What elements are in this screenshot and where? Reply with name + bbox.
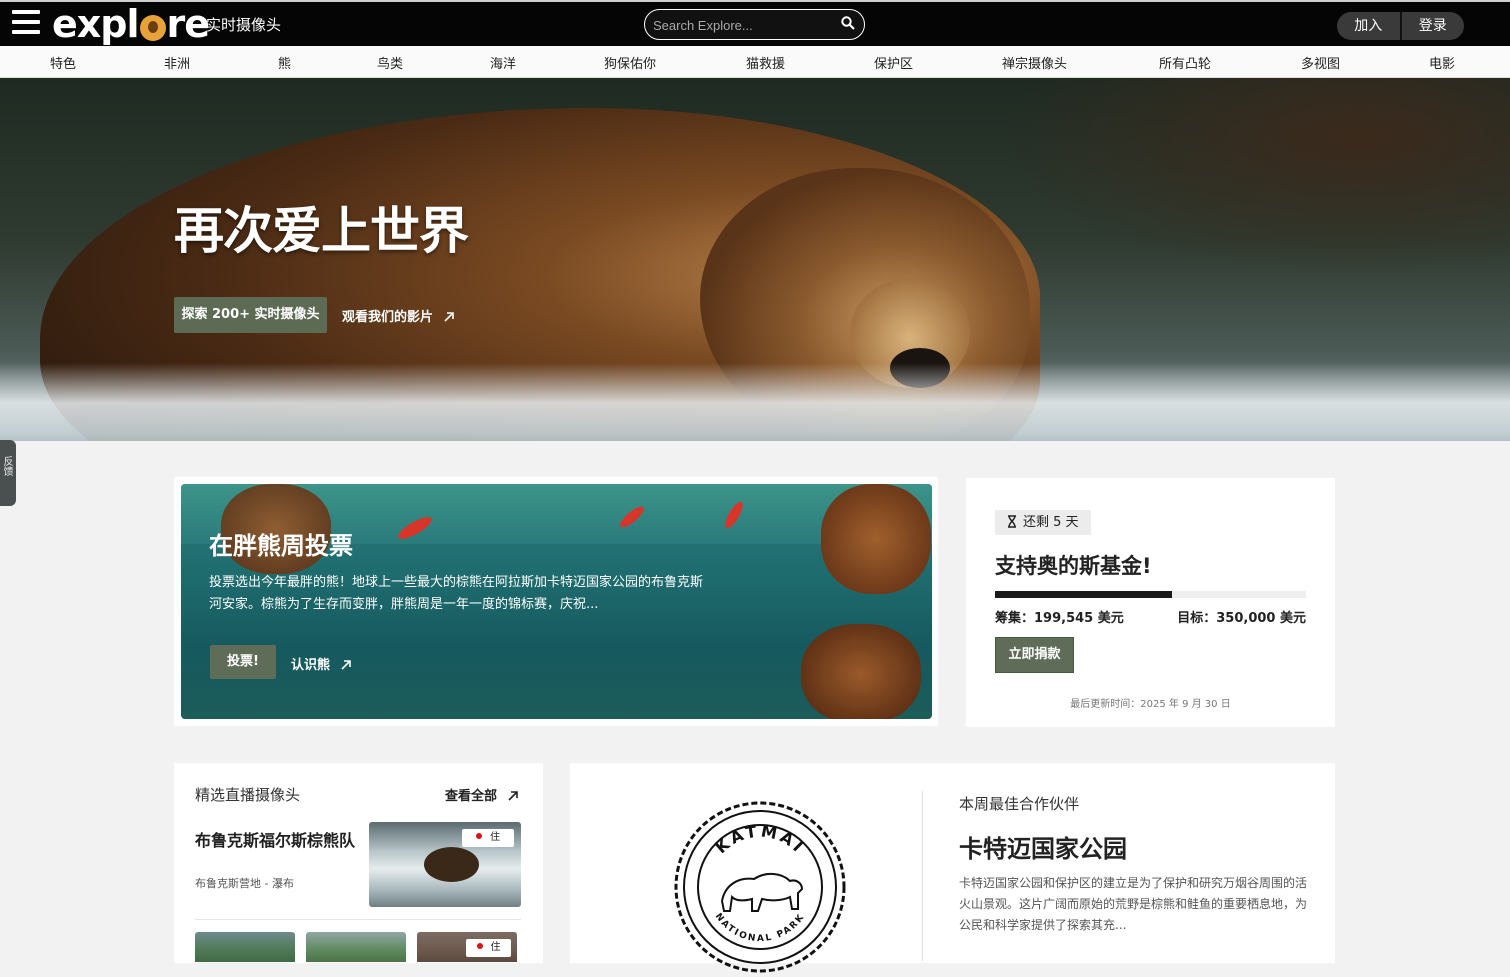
fund-title: 支持奥的斯基金! [995,554,1152,578]
arrow-up-right-icon [341,660,351,670]
hero-title: 再次爱上世界 [174,202,469,260]
search-input[interactable] [653,16,838,34]
partner-card: KATMAI NATIONAL PARK 本周最佳合作伙伴 卡特迈国家公园 卡特… [570,763,1335,973]
cam-thumbnail-small[interactable] [306,932,406,962]
seal-top-text: KATMAI [712,821,806,857]
cam-thumbnail[interactable]: 住 [369,822,521,907]
vote-description: 投票选出今年最胖的熊！地球上一些最大的棕熊在阿拉斯加卡特迈国家公园的布鲁克斯河安… [209,575,704,612]
cams-divider [195,919,521,920]
featured-cams-card: 精选直播摄像头 查看全部 布鲁克斯福尔斯棕熊队 布鲁克斯营地 - 瀑布 住 住 [174,763,543,963]
live-badge-label: 住 [490,942,501,953]
arrow-up-right-icon [508,791,518,801]
nav-item-dogs[interactable]: 狗保佑你 [604,53,656,72]
fat-bear-week-card: 在胖熊周投票 投票选出今年最胖的熊！地球上一些最大的棕熊在阿拉斯加卡特迈国家公园… [174,477,938,726]
svg-text:KATMAI: KATMAI [712,821,809,857]
explore-logo[interactable]: expl re [52,2,210,46]
view-all-link[interactable]: 查看全部 [445,785,519,804]
login-button[interactable]: 登录 [1402,12,1465,40]
fat-bear-week-banner: 在胖熊周投票 投票选出今年最胖的熊！地球上一些最大的棕熊在阿拉斯加卡特迈国家公园… [181,484,932,719]
view-all-label: 查看全部 [444,789,497,804]
cam-name[interactable]: 布鲁克斯福尔斯棕熊队 [195,831,355,850]
category-nav: 特色 非洲 熊 鸟类 海洋 狗保佑你 猫救援 保护区 禅宗摄像头 所有凸轮 多视… [0,46,1510,78]
live-badge-label: 住 [490,832,500,843]
explore-cams-button[interactable]: 探索 200+ 实时摄像头 [174,297,327,333]
fund-goal: 目标：350,000 美元 [1177,611,1306,626]
nav-item-bears[interactable]: 熊 [278,53,291,72]
donate-button[interactable]: 立即捐款 [995,637,1074,673]
watch-film-label: 观看我们的影片 [342,310,434,325]
nav-item-oceans[interactable]: 海洋 [490,53,516,72]
cam-thumbnail-small[interactable] [195,932,295,962]
hero-banner: 再次爱上世界 探索 200+ 实时摄像头 观看我们的影片 [0,78,1510,441]
partner-divider [922,791,923,961]
fund-progress-fill [995,591,1173,598]
search-box[interactable] [644,9,865,40]
thumbnail-bear [424,847,479,882]
partner-description: 卡特迈国家公园和保护区的建立是为了保护和研究万烟谷周围的活火山景观。这片广阔而原… [959,876,1308,932]
katmai-seal-logo[interactable]: KATMAI NATIONAL PARK [670,797,850,977]
nav-item-birds[interactable]: 鸟类 [377,53,403,72]
fund-updated: 最后更新时间：2025 年 9 月 30 日 [1070,699,1231,710]
search-icon[interactable] [841,16,855,30]
top-bar: explre 实时摄像头 加入 登录 [0,0,1510,46]
feedback-label: 反馈 [1,456,12,476]
days-left-text: 还剩 5 天 [1023,515,1079,530]
live-badge: 住 [466,939,511,957]
join-button[interactable]: 加入 [1337,12,1400,40]
auth-buttons: 加入 登录 [1337,12,1464,40]
live-badge: 住 [462,829,514,847]
hero-water [0,363,1510,441]
partner-kicker: 本周最佳合作伙伴 [959,795,1080,813]
banner-bear-illustration [801,624,921,719]
cam-location: 布鲁克斯营地 - 瀑布 [195,877,294,890]
menu-icon[interactable] [12,10,40,38]
nav-item-films[interactable]: 电影 [1429,53,1455,72]
fund-card: 还剩 5 天 支持奥的斯基金! 筹集：199,545 美元 目标：350,000… [966,478,1335,727]
nav-item-africa[interactable]: 非洲 [164,53,190,72]
feedback-tab[interactable]: 反馈 [0,440,16,506]
cam-thumbnail-small[interactable]: 住 [417,932,517,962]
nav-item-multiview[interactable]: 多视图 [1301,53,1340,72]
meet-bears-label: 认识熊 [291,658,331,673]
partner-name[interactable]: 卡特迈国家公园 [959,829,1127,864]
hourglass-icon [1008,515,1016,528]
nav-item-zen[interactable]: 禅宗摄像头 [1002,53,1067,72]
bear-logo-icon [139,15,166,41]
vote-title: 在胖熊周投票 [209,532,353,560]
featured-cams-heading: 精选直播摄像头 [195,786,301,804]
nav-item-reserves[interactable]: 保护区 [874,53,913,72]
nav-item-all-cams[interactable]: 所有凸轮 [1159,53,1211,72]
fund-progress-bar [995,591,1306,598]
banner-bear-illustration [821,484,931,594]
nav-item-cats[interactable]: 猫救援 [746,53,785,72]
meet-bears-link[interactable]: 认识熊 [291,654,352,673]
days-left-badge: 还剩 5 天 [995,510,1091,535]
hero-background [1000,78,1510,278]
arrow-up-right-icon [444,312,454,322]
site-subtitle: 实时摄像头 [206,16,282,34]
nav-item-featured[interactable]: 特色 [50,53,76,72]
live-dot-icon [476,833,482,839]
fund-raised: 筹集：199,545 美元 [995,611,1124,626]
live-dot-icon [476,943,483,949]
watch-film-link[interactable]: 观看我们的影片 [342,306,455,325]
vote-button[interactable]: 投票! [210,645,276,679]
